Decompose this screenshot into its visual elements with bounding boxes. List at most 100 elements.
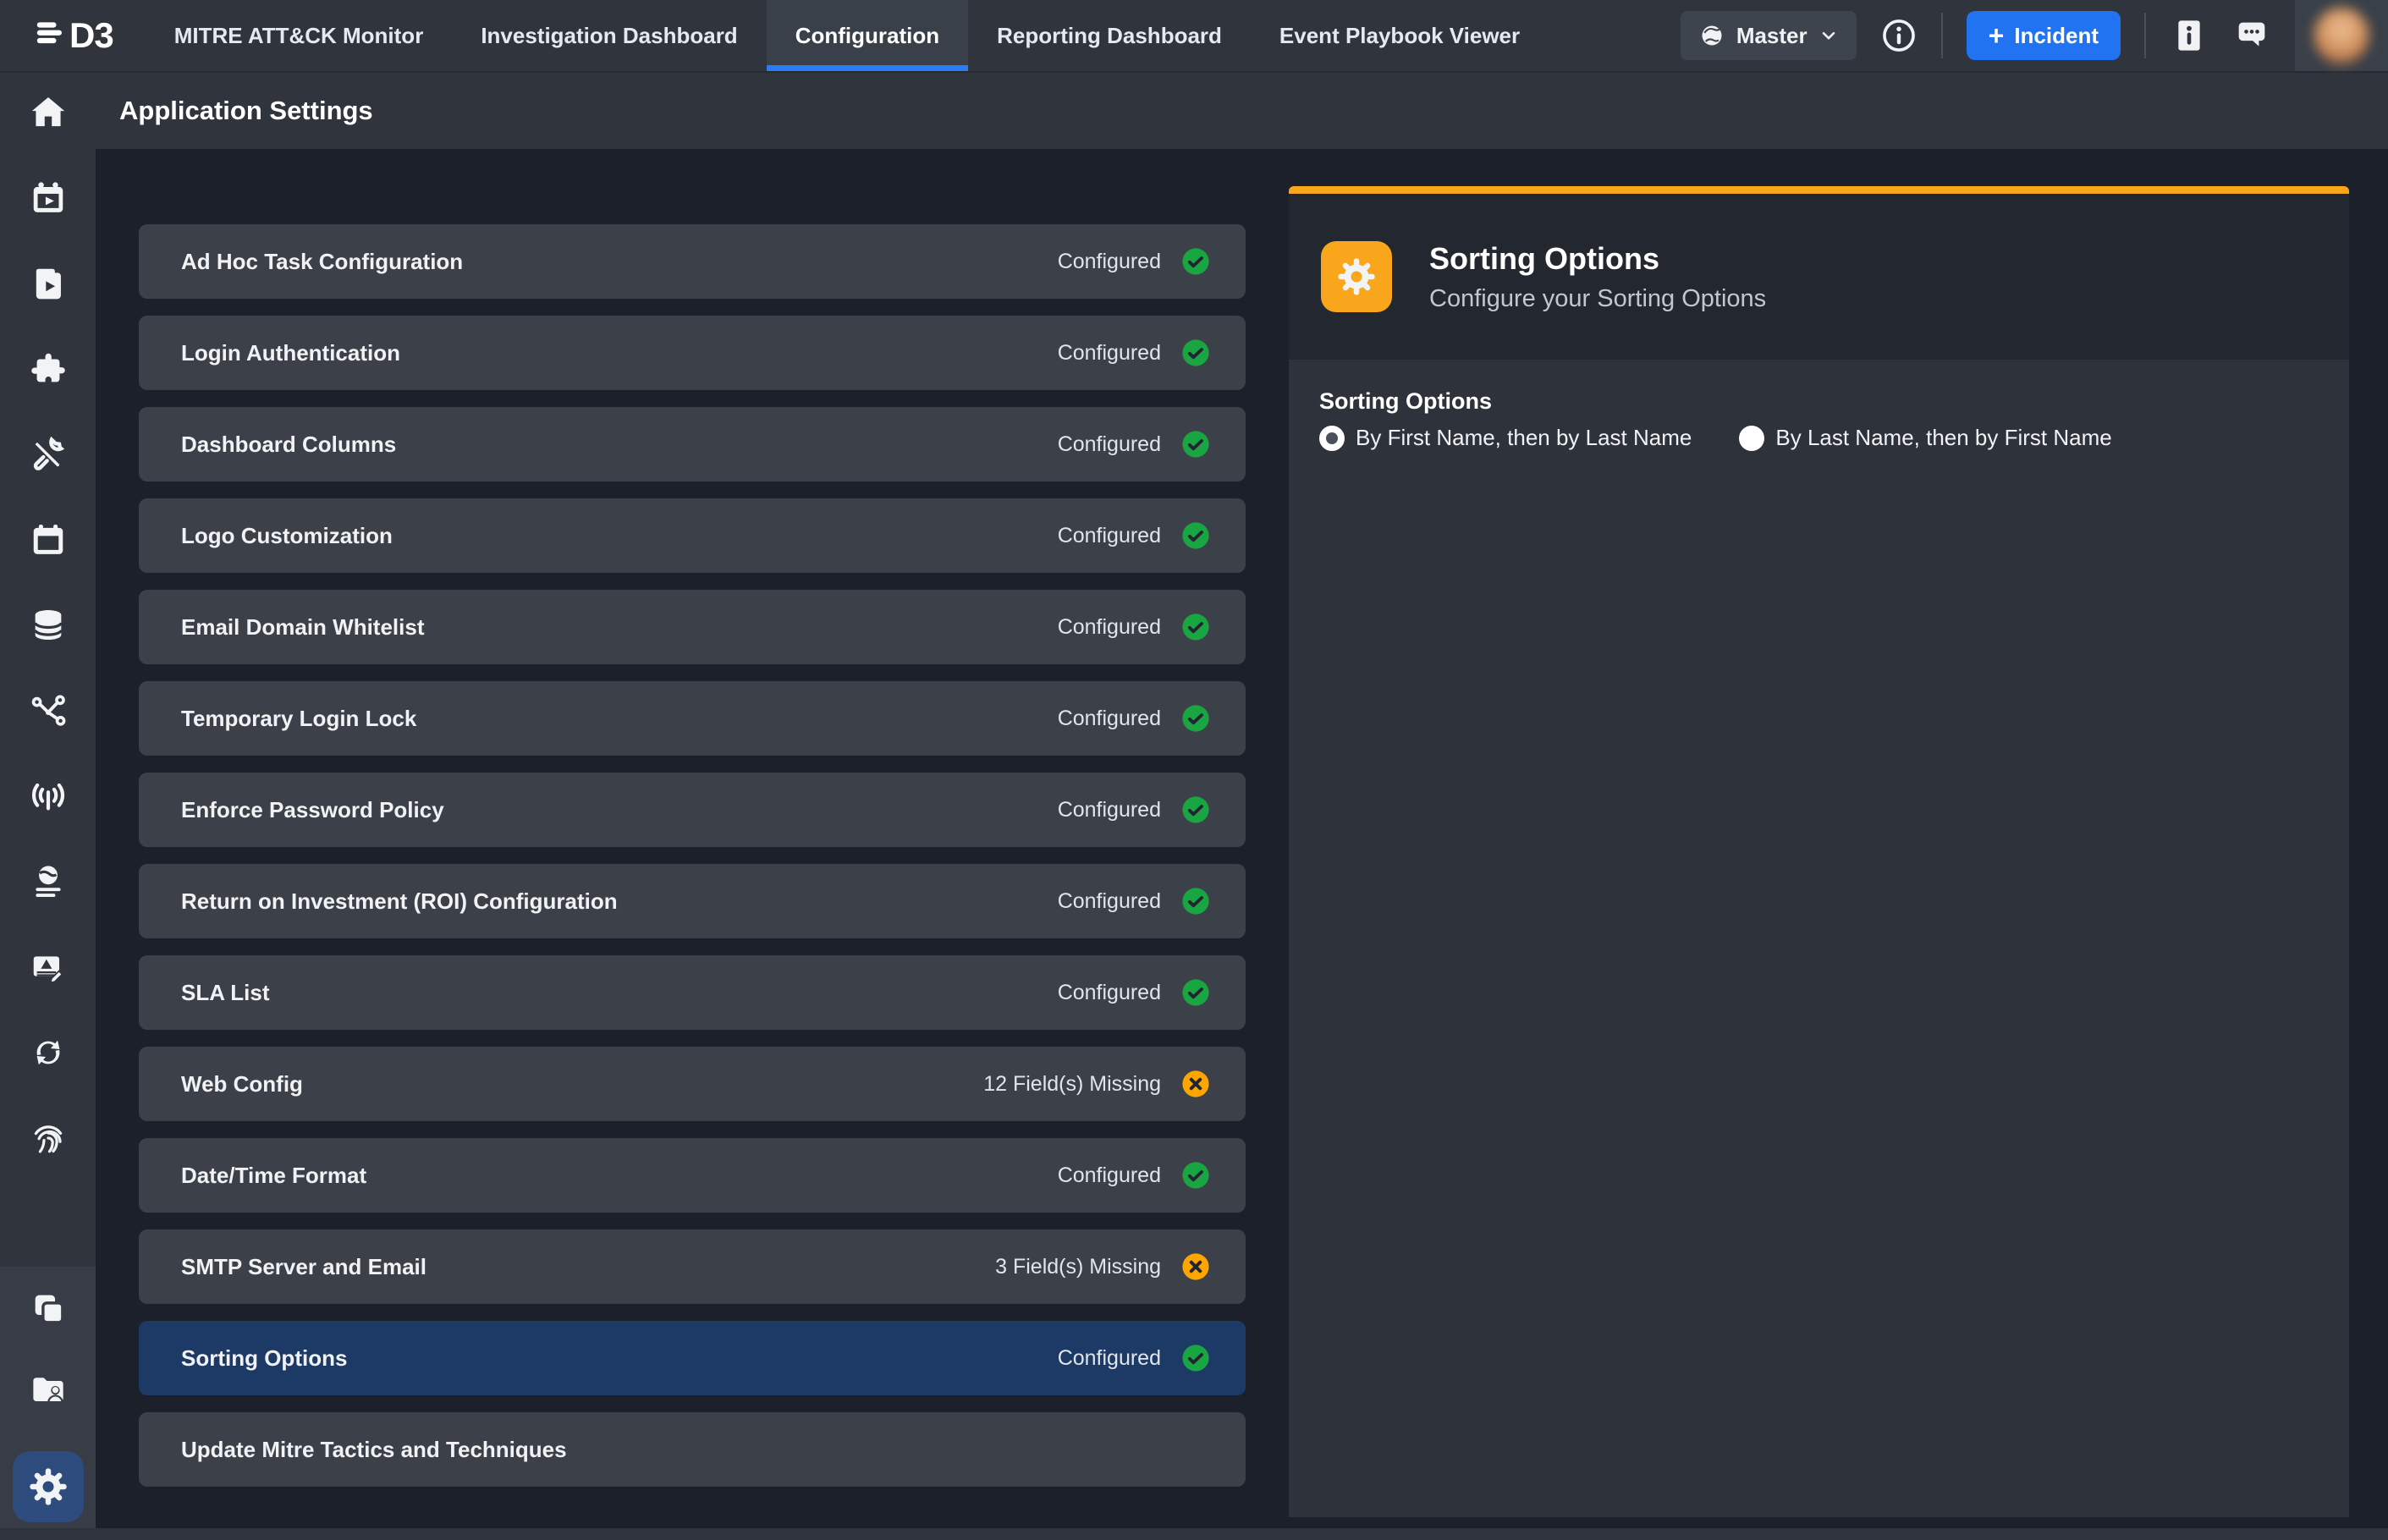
nav-tab-label: Reporting Dashboard [997, 23, 1222, 49]
panel-header-text: Sorting Options Configure your Sorting O… [1429, 241, 1766, 313]
sidebar-item-incident-reports[interactable] [29, 948, 68, 987]
settings-item-status: Configured [1058, 615, 1161, 640]
site-selector-dropdown[interactable]: Master [1681, 11, 1857, 60]
nav-tab-investigation-dashboard[interactable]: Investigation Dashboard [452, 0, 766, 71]
sidebar-item-home[interactable] [29, 93, 68, 132]
check-circle-icon [1181, 430, 1210, 459]
panel-accent-bar [1289, 186, 2349, 194]
sorting-options-label: Sorting Options [1319, 388, 2349, 415]
sidebar-item-utilities[interactable] [29, 435, 68, 474]
plus-icon: + [1989, 22, 2005, 49]
settings-item-date-time-format[interactable]: Date/Time Format Configured [139, 1138, 1246, 1213]
nav-tab-label: Configuration [795, 23, 939, 49]
panel-body: Sorting Options By First Name, then by L… [1289, 360, 2349, 1517]
page-title: Application Settings [119, 96, 373, 126]
incident-report-icon [29, 948, 68, 987]
settings-item-status: Configured [1058, 889, 1161, 914]
settings-item-logo-customization[interactable]: Logo Customization Configured [139, 498, 1246, 573]
settings-item-label: Login Authentication [181, 340, 400, 366]
check-circle-icon [1181, 613, 1210, 641]
top-nav: D3 MITRE ATT&CK Monitor Investigation Da… [0, 0, 2388, 73]
main-content: Ad Hoc Task Configuration Configured Log… [96, 149, 2388, 1528]
avatar [2314, 8, 2369, 63]
nav-tab-event-playbook-viewer[interactable]: Event Playbook Viewer [1251, 0, 1549, 71]
sidebar-item-calendar[interactable] [29, 520, 68, 559]
check-circle-icon [1181, 521, 1210, 550]
sidebar-item-user-files[interactable] [29, 1370, 68, 1409]
radio-button[interactable] [1739, 426, 1764, 451]
chat-icon [2232, 16, 2271, 55]
radio-by-last-name-then-by-first-name[interactable]: By Last Name, then by First Name [1739, 425, 2111, 451]
settings-item-web-config[interactable]: Web Config 12 Field(s) Missing [139, 1047, 1246, 1121]
info-icon [1880, 17, 1918, 54]
settings-item-status: Configured [1058, 1163, 1161, 1188]
settings-item-label: Logo Customization [181, 523, 393, 549]
network-icon [29, 691, 68, 730]
sidebar-item-data[interactable] [29, 606, 68, 645]
settings-item-status: Configured [1058, 798, 1161, 822]
sidebar-item-copy[interactable] [29, 1289, 68, 1328]
settings-item-status: 12 Field(s) Missing [983, 1072, 1161, 1097]
new-incident-button[interactable]: + Incident [1967, 11, 2121, 60]
panel-subtitle: Configure your Sorting Options [1429, 285, 1766, 313]
incident-button-label: Incident [2014, 23, 2099, 49]
settings-item-label: Ad Hoc Task Configuration [181, 249, 463, 275]
settings-item-update-mitre-tactics-and-techniques[interactable]: Update Mitre Tactics and Techniques [139, 1412, 1246, 1487]
nav-tab-label: Event Playbook Viewer [1279, 23, 1520, 49]
info-button[interactable] [1880, 17, 1918, 54]
settings-item-temporary-login-lock[interactable]: Temporary Login Lock Configured [139, 681, 1246, 756]
user-avatar-button[interactable] [2295, 0, 2388, 71]
d3-logo-mark-icon [34, 14, 68, 58]
check-circle-icon [1181, 338, 1210, 367]
settings-item-sorting-options[interactable]: Sorting Options Configured [139, 1321, 1246, 1395]
nav-tab-configuration[interactable]: Configuration [767, 0, 968, 71]
check-circle-icon [1181, 978, 1210, 1007]
radio-by-first-name-then-by-last-name[interactable]: By First Name, then by Last Name [1319, 425, 1692, 451]
settings-item-smtp-server-and-email[interactable]: SMTP Server and Email 3 Field(s) Missing [139, 1229, 1246, 1304]
sidebar-item-broadcast[interactable] [29, 777, 68, 816]
integrations-puzzle-icon [29, 349, 68, 388]
chat-button[interactable] [2232, 16, 2271, 55]
sidebar-item-identity[interactable] [29, 1119, 68, 1158]
sidebar-item-settings[interactable] [13, 1451, 84, 1522]
document-info-icon [2170, 16, 2209, 55]
settings-list: Ad Hoc Task Configuration Configured Log… [139, 224, 1246, 1504]
settings-item-status: Configured [1058, 1346, 1161, 1371]
globe-icon [1699, 23, 1725, 48]
settings-item-label: Temporary Login Lock [181, 706, 416, 732]
copy-icon [29, 1289, 68, 1328]
user-folder-icon [29, 1370, 68, 1409]
sidebar-item-geo[interactable] [29, 862, 68, 901]
settings-item-sla-list[interactable]: SLA List Configured [139, 955, 1246, 1030]
logo-text: D3 [69, 15, 113, 56]
settings-item-enforce-password-policy[interactable]: Enforce Password Policy Configured [139, 773, 1246, 847]
site-selector-label: Master [1736, 23, 1808, 49]
settings-item-status: Configured [1058, 341, 1161, 366]
panel-icon-tile [1321, 241, 1392, 312]
settings-item-label: Sorting Options [181, 1345, 347, 1372]
nav-tab-mitre-att-ck-monitor[interactable]: MITRE ATT&CK Monitor [146, 0, 453, 71]
report-button[interactable] [2170, 16, 2209, 55]
x-circle-icon [1181, 1252, 1210, 1281]
sidebar-item-sync[interactable] [29, 1033, 68, 1072]
sidebar-item-scheduled-tasks[interactable] [29, 179, 68, 217]
detail-panel: Sorting Options Configure your Sorting O… [1289, 186, 2349, 1517]
settings-item-email-domain-whitelist[interactable]: Email Domain Whitelist Configured [139, 590, 1246, 664]
sidebar-item-connections[interactable] [29, 691, 68, 730]
chevron-down-icon [1819, 26, 1838, 45]
settings-item-dashboard-columns[interactable]: Dashboard Columns Configured [139, 407, 1246, 481]
check-circle-icon [1181, 795, 1210, 824]
settings-item-status: Configured [1058, 524, 1161, 548]
panel-title: Sorting Options [1429, 241, 1766, 277]
radio-button[interactable] [1319, 426, 1345, 451]
primary-nav: MITRE ATT&CK Monitor Investigation Dashb… [146, 0, 1549, 71]
sidebar-item-integrations[interactable] [29, 349, 68, 388]
settings-item-return-on-investment-roi-configuration[interactable]: Return on Investment (ROI) Configuration… [139, 864, 1246, 938]
check-circle-icon [1181, 887, 1210, 916]
left-sidebar-bottom [0, 1267, 96, 1528]
sidebar-item-playbooks[interactable] [29, 264, 68, 303]
database-icon [29, 606, 68, 645]
nav-tab-reporting-dashboard[interactable]: Reporting Dashboard [968, 0, 1251, 71]
settings-item-login-authentication[interactable]: Login Authentication Configured [139, 316, 1246, 390]
settings-item-ad-hoc-task-configuration[interactable]: Ad Hoc Task Configuration Configured [139, 224, 1246, 299]
